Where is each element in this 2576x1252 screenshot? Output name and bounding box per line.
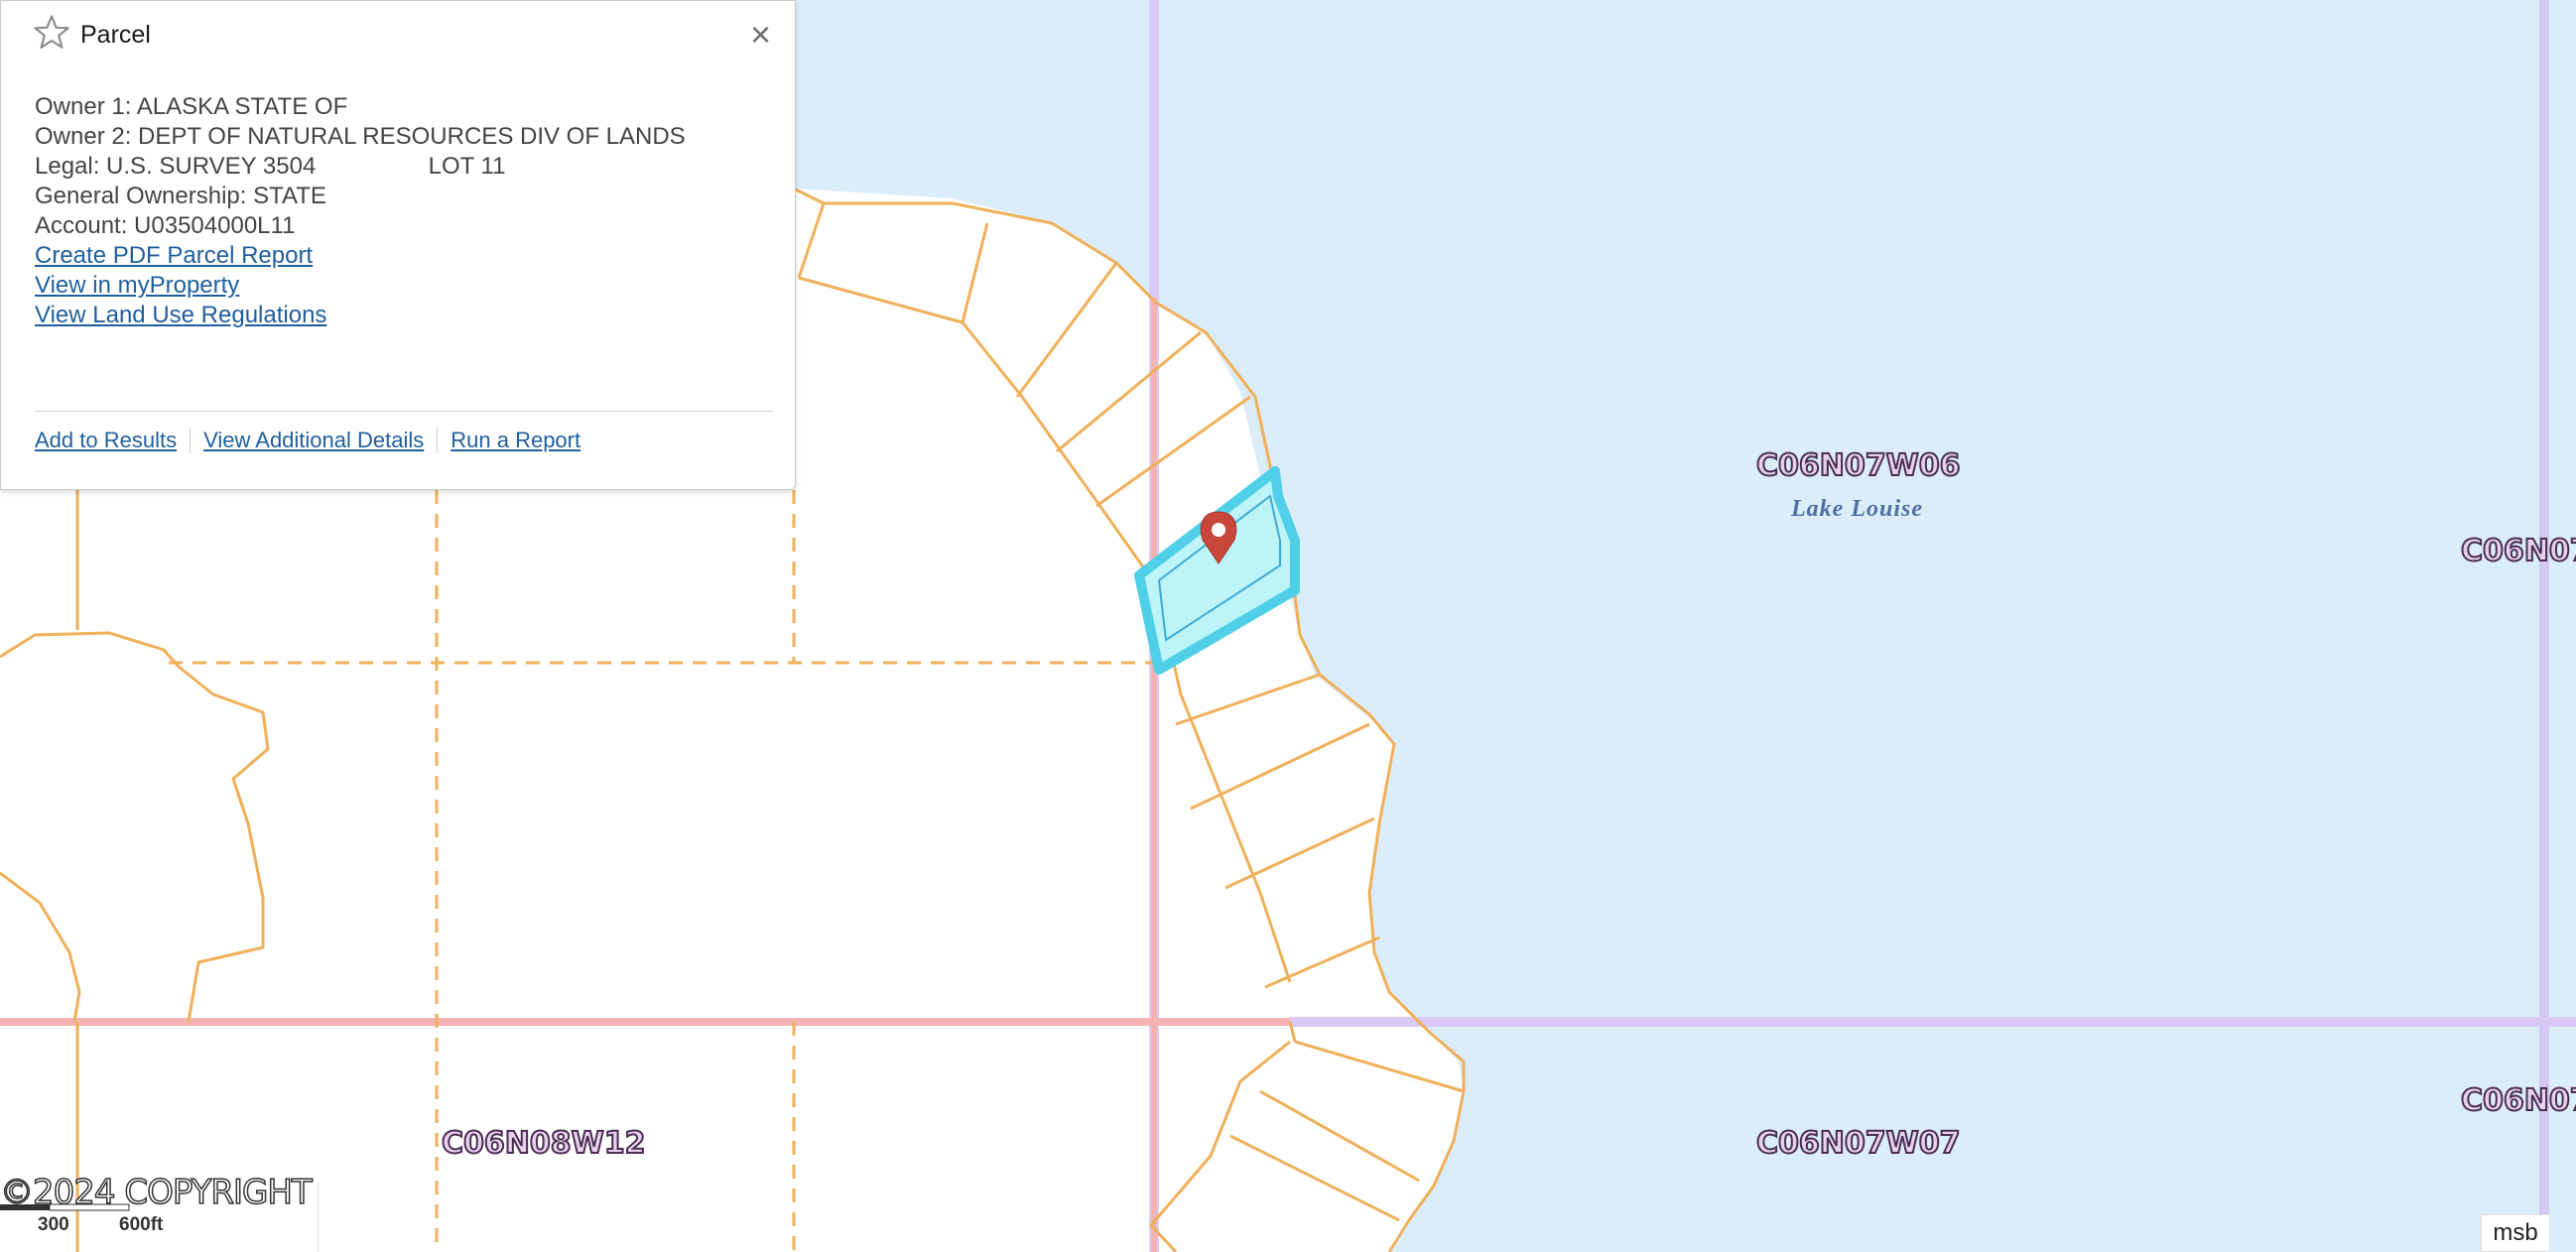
- section-label: C06N07W06: [1755, 447, 1961, 484]
- legal-text: Legal: U.S. SURVEY 3504 LOT 11: [35, 153, 506, 180]
- popup-body: Owner 1: ALASKA STATE OF Owner 2: DEPT O…: [35, 92, 686, 330]
- view-myproperty-link[interactable]: View in myProperty: [35, 272, 239, 299]
- parcel-popup: Parcel × Owner 1: ALASKA STATE OF Owner …: [0, 0, 796, 490]
- scale-label: 600ft: [119, 1214, 164, 1235]
- account-text: Account: U03504000L11: [35, 212, 296, 239]
- scale-label: 300: [38, 1214, 69, 1235]
- section-label: C06N07: [2460, 1082, 2576, 1119]
- popup-title: Parcel: [80, 20, 151, 49]
- msb-badge[interactable]: msb: [2481, 1214, 2550, 1252]
- popup-header: Parcel: [31, 14, 151, 55]
- section-label: C06N07: [2460, 533, 2576, 569]
- owner1-text: Owner 1: ALASKA STATE OF: [35, 93, 348, 120]
- view-additional-details-link[interactable]: View Additional Details: [203, 428, 424, 453]
- section-label: C06N07W07: [1755, 1125, 1961, 1162]
- general-ownership-text: General Ownership: STATE: [35, 183, 326, 209]
- land-use-regulations-link[interactable]: View Land Use Regulations: [35, 302, 326, 328]
- popup-footer: Add to Results View Additional Details R…: [35, 428, 580, 453]
- close-button[interactable]: ×: [750, 15, 771, 55]
- star-icon[interactable]: [31, 12, 72, 59]
- run-report-link[interactable]: Run a Report: [451, 428, 580, 453]
- lake-label: Lake Louise: [1791, 496, 1923, 522]
- owner2-text: Owner 2: DEPT OF NATURAL RESOURCES DIV O…: [35, 123, 686, 150]
- footer-separator: [190, 428, 192, 453]
- create-pdf-report-link[interactable]: Create PDF Parcel Report: [35, 242, 313, 269]
- copyright-text: ©2024 COPYRIGHT: [0, 1172, 313, 1213]
- add-to-results-link[interactable]: Add to Results: [35, 428, 177, 453]
- section-label: C06N08W12: [441, 1125, 646, 1162]
- footer-separator: [437, 428, 439, 453]
- popup-divider: [35, 411, 773, 412]
